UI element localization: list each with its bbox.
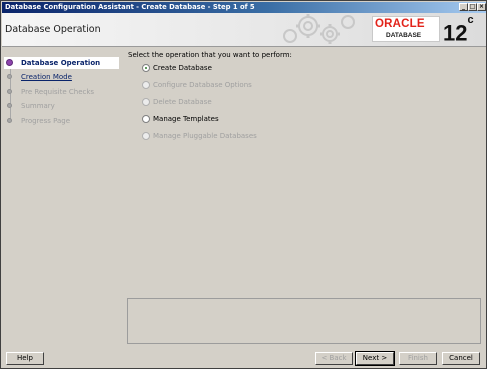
radio-label: Create Database xyxy=(153,64,212,72)
version-badge: 12c xyxy=(443,14,474,46)
radio-button xyxy=(142,98,150,106)
radio-button[interactable] xyxy=(142,64,150,72)
radio-label: Manage Templates xyxy=(153,115,219,123)
version-number: 12 xyxy=(443,20,468,46)
minimize-button[interactable]: _ xyxy=(459,3,468,11)
header-banner: Database Operation ORACLE DATABASE 12c xyxy=(2,13,486,47)
step-icon xyxy=(7,103,12,108)
nav-item-label: Pre Requisite Checks xyxy=(21,88,95,96)
oracle-wordmark: ORACLE xyxy=(375,18,425,30)
radio-label: Manage Pluggable Databases xyxy=(153,132,257,140)
finish-button: Finish xyxy=(399,352,437,365)
nav-item-progress-page: Progress Page xyxy=(4,115,119,127)
oracle-logo: ORACLE DATABASE xyxy=(372,16,440,42)
nav-item-creation-mode[interactable]: Creation Mode xyxy=(4,71,119,83)
step-navigation: Database Operation Creation Mode Pre Req… xyxy=(2,47,121,347)
next-button[interactable]: Next > xyxy=(355,351,395,366)
gears-decoration-icon xyxy=(283,14,355,44)
back-button: < Back xyxy=(315,352,353,365)
step-icon xyxy=(7,89,12,94)
oracle-database-label: DATABASE xyxy=(386,32,422,39)
step-icon xyxy=(7,74,12,79)
nav-item-label: Summary xyxy=(21,102,55,110)
radio-button xyxy=(142,81,150,89)
content-panel: Select the operation that you want to pe… xyxy=(122,47,486,347)
nav-item-database-operation[interactable]: Database Operation xyxy=(4,57,119,69)
nav-item-label: Creation Mode xyxy=(21,73,72,81)
window-title: Database Configuration Assistant - Creat… xyxy=(5,3,255,11)
maximize-button[interactable]: □ xyxy=(468,3,477,11)
page-title: Database Operation xyxy=(5,24,101,35)
dbca-window: Database Configuration Assistant - Creat… xyxy=(0,0,487,369)
radio-label: Configure Database Options xyxy=(153,81,252,89)
nav-item-pre-requisite-checks: Pre Requisite Checks xyxy=(4,86,119,98)
step-icon xyxy=(7,118,12,123)
radio-label: Delete Database xyxy=(153,98,212,106)
radio-button[interactable] xyxy=(142,115,150,123)
nav-item-label: Progress Page xyxy=(21,117,71,125)
cancel-button[interactable]: Cancel xyxy=(442,352,480,365)
message-area xyxy=(127,298,481,344)
version-suffix: c xyxy=(467,14,474,26)
help-button[interactable]: Help xyxy=(6,352,44,365)
title-bar[interactable]: Database Configuration Assistant - Creat… xyxy=(2,2,486,13)
nav-item-summary: Summary xyxy=(4,100,119,112)
nav-item-label: Database Operation xyxy=(21,59,101,67)
operation-prompt: Select the operation that you want to pe… xyxy=(128,51,292,59)
radio-button xyxy=(142,132,150,140)
step-current-icon xyxy=(6,59,13,66)
close-button[interactable]: × xyxy=(477,3,486,11)
